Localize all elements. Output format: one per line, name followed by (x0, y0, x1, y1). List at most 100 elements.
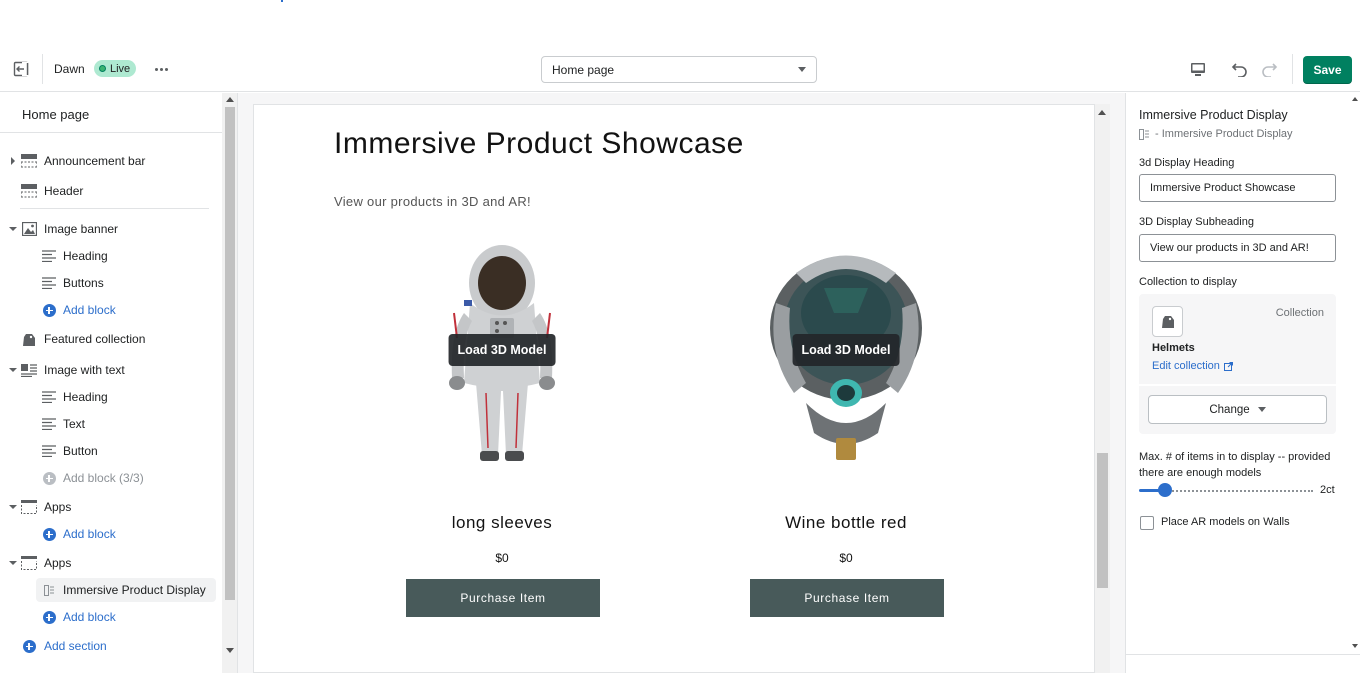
subheading-input[interactable]: View our products in 3D and AR! (1139, 234, 1336, 262)
live-dot-icon (99, 65, 106, 72)
max-items-slider[interactable] (1139, 483, 1315, 497)
image-text-icon (20, 361, 38, 379)
change-collection-button[interactable]: Change (1148, 395, 1327, 424)
sidebar-item-label: Apps (44, 500, 72, 514)
collection-name: Helmets (1152, 342, 1195, 354)
load-3d-model-button[interactable]: Load 3D Model (792, 334, 900, 366)
sidebar-item-image-banner[interactable]: Image banner (0, 217, 222, 241)
block-item-button[interactable]: Button (0, 439, 222, 463)
sidebar-scrollbar[interactable] (222, 93, 237, 673)
sidebar-item-header[interactable]: Header (0, 179, 222, 203)
browser-top-area (0, 0, 1360, 46)
add-block-button[interactable]: Add block (0, 522, 222, 546)
add-section-label: Add section (44, 639, 107, 653)
add-circle-icon (40, 301, 58, 319)
add-section-button[interactable]: Add section (0, 634, 222, 658)
section-icon (20, 182, 38, 200)
chevron-down-icon[interactable] (9, 503, 17, 511)
add-block-button-disabled: Add block (3/3) (0, 466, 222, 490)
add-circle-icon (40, 525, 58, 543)
editor-topbar: Dawn Live Home page Save (0, 46, 1360, 92)
ar-walls-label: Place AR models on Walls (1161, 516, 1290, 528)
block-item-heading[interactable]: Heading (0, 385, 222, 409)
add-block-label: Add block (63, 303, 116, 317)
edit-collection-link[interactable]: Edit collection (1152, 360, 1233, 372)
ellipsis-icon (154, 67, 158, 71)
scroll-down-icon[interactable] (226, 648, 234, 653)
max-items-label: Max. # of items in to display -- provide… (1139, 451, 1331, 479)
redo-button[interactable] (1257, 57, 1281, 81)
panel-scrollbar[interactable] (1350, 93, 1360, 653)
sidebar-item-label: Apps (44, 556, 72, 570)
sidebar-item-apps[interactable]: Apps (0, 495, 222, 519)
desktop-view-button[interactable] (1186, 57, 1210, 81)
apps-icon (20, 554, 38, 572)
block-item-buttons[interactable]: Buttons (0, 271, 222, 295)
scrollbar-thumb[interactable] (1097, 453, 1108, 588)
live-badge-label: Live (110, 62, 131, 75)
slider-handle[interactable] (1158, 483, 1172, 497)
chevron-right-icon[interactable] (9, 157, 17, 165)
load-3d-model-button[interactable]: Load 3D Model (448, 334, 556, 366)
block-item-label: Immersive Product Display (63, 583, 206, 597)
text-lines-icon (40, 415, 58, 433)
app-block-icon (40, 581, 58, 599)
panel-subtitle-text: - Immersive Product Display (1155, 128, 1293, 140)
showcase-heading: Immersive Product Showcase (334, 127, 744, 160)
exit-button[interactable] (8, 56, 34, 82)
block-item-label: Text (63, 417, 86, 431)
external-link-icon (1223, 361, 1233, 371)
subheading-field-label: 3D Display Subheading (1139, 216, 1254, 228)
block-item-heading[interactable]: Heading (0, 244, 222, 268)
add-block-button[interactable]: Add block (0, 605, 222, 629)
block-settings-panel: Immersive Product Display - Immersive Pr… (1125, 93, 1360, 673)
chevron-down-icon (1257, 407, 1266, 412)
change-label: Change (1209, 403, 1250, 416)
scrollbar-thumb[interactable] (225, 107, 235, 600)
block-item-label: Heading (63, 390, 108, 404)
purchase-item-button[interactable]: Purchase Item (406, 579, 600, 617)
add-block-label: Add block (63, 610, 116, 624)
sidebar-item-featured-collection[interactable]: Featured collection (0, 327, 222, 351)
heading-field-label: 3d Display Heading (1139, 157, 1235, 169)
chevron-down-icon[interactable] (9, 559, 17, 567)
desktop-icon (1191, 62, 1205, 76)
sidebar-item-label: Header (44, 184, 84, 198)
chevron-down-icon[interactable] (9, 225, 17, 233)
sections-sidebar: Home page Announcement bar Header Image … (0, 93, 238, 673)
undo-icon (1231, 63, 1247, 77)
scroll-down-icon[interactable] (1352, 644, 1358, 648)
add-block-label: Add block (63, 527, 116, 541)
scroll-up-icon[interactable] (1352, 97, 1358, 101)
slider-track (1165, 490, 1313, 492)
scroll-up-icon[interactable] (226, 97, 234, 102)
page-select[interactable]: Home page (541, 56, 817, 83)
save-button[interactable]: Save (1303, 56, 1352, 84)
preview-scrollbar[interactable] (1095, 104, 1110, 673)
add-block-button[interactable]: Add block (0, 298, 222, 322)
chevron-down-icon[interactable] (9, 366, 17, 374)
collection-type: Collection (1275, 307, 1324, 319)
block-item-label: Buttons (63, 276, 104, 290)
ellipsis-dot (159, 67, 163, 71)
purchase-item-button[interactable]: Purchase Item (750, 579, 944, 617)
add-circle-icon (40, 469, 58, 487)
heading-input[interactable]: Immersive Product Showcase (1139, 174, 1336, 202)
undo-button[interactable] (1228, 57, 1252, 81)
apps-icon (20, 498, 38, 516)
more-actions-button[interactable] (150, 58, 172, 80)
sidebar-item-apps[interactable]: Apps (0, 551, 222, 575)
divider (42, 54, 43, 84)
sidebar-item-announcement-bar[interactable]: Announcement bar (0, 149, 222, 173)
sidebar-item-label: Announcement bar (44, 154, 146, 168)
block-item-immersive-product-display[interactable]: Immersive Product Display (36, 578, 216, 602)
block-item-text[interactable]: Text (0, 412, 222, 436)
showcase-subheading: View our products in 3D and AR! (334, 194, 531, 209)
theme-name: Dawn (54, 62, 85, 76)
sidebar-title: Home page (22, 107, 90, 122)
collection-field-label: Collection to display (1139, 276, 1237, 288)
scroll-up-icon[interactable] (1098, 110, 1106, 115)
sidebar-item-image-with-text[interactable]: Image with text (0, 358, 222, 382)
divider (1292, 54, 1293, 84)
ar-walls-checkbox[interactable] (1140, 516, 1154, 530)
